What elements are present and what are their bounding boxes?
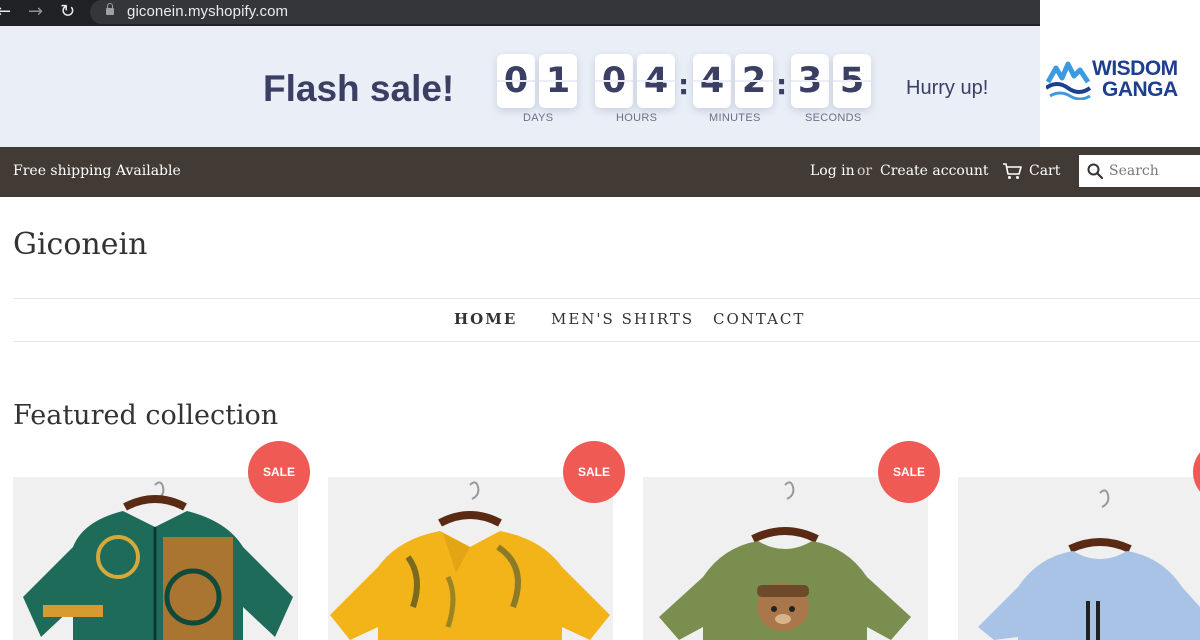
countdown-label-seconds: SECONDS [805,112,862,124]
product-image [978,489,1200,640]
flash-sale-banner: Flash sale! 0 1 0 4 : 4 2 : 3 5 DAYS HOU… [0,26,1040,147]
product-card[interactable] [13,477,298,640]
logo-line-1: WISDOM [1092,57,1178,80]
countdown-digit-hours-2: 4 [637,54,675,108]
cart-icon[interactable] [1002,162,1022,180]
nav-divider-bottom [13,341,1200,342]
back-arrow-icon[interactable]: ← [0,2,11,22]
nav-item-home[interactable]: HOME [454,310,517,328]
product-card[interactable] [328,477,613,640]
search-box[interactable] [1079,155,1200,187]
featured-collection-heading: Featured collection [13,400,279,431]
or-text: or [857,163,873,179]
product-image [330,481,610,640]
countdown-label-minutes: MINUTES [709,112,761,124]
store-title[interactable]: Giconein [13,227,147,262]
sale-badge: SALE [248,441,310,503]
sale-badge: SALE [878,441,940,503]
nav-item-mens-shirts[interactable]: MEN'S SHIRTS [551,310,694,328]
countdown-digit-days-2: 1 [539,54,577,108]
product-image [659,481,911,640]
free-shipping-text: Free shipping Available [13,163,181,179]
countdown-digit-minutes-1: 4 [693,54,731,108]
url-text[interactable]: giconein.myshopify.com [127,3,288,20]
countdown-digit-days-1: 0 [497,54,535,108]
login-link[interactable]: Log in [810,163,855,179]
countdown-digit-seconds-2: 5 [833,54,871,108]
reload-icon[interactable]: ↻ [60,2,75,22]
countdown-separator: : [678,68,690,101]
address-bar[interactable]: giconein.myshopify.com [90,0,1040,24]
countdown-digit-hours-1: 0 [595,54,633,108]
countdown-digit-minutes-2: 2 [735,54,773,108]
browser-toolbar: ← → ↻ giconein.myshopify.com [0,0,1040,26]
product-card[interactable] [643,477,928,640]
logo-text: WISDOM GANGA [1092,58,1178,100]
wave-logo-icon [1046,61,1092,100]
shop-header-bar: Free shipping Available Log in or Create… [0,147,1200,197]
countdown-digit-seconds-1: 3 [791,54,829,108]
countdown-label-hours: HOURS [616,112,658,124]
forward-arrow-icon[interactable]: → [28,2,43,22]
hurry-up-text: Hurry up! [906,77,989,99]
product-card[interactable] [958,477,1200,640]
product-image [23,481,293,640]
cart-link[interactable]: Cart [1029,163,1060,179]
wisdom-ganga-logo: WISDOM GANGA [1040,0,1200,157]
nav-divider-top [13,298,1200,299]
search-input[interactable] [1109,155,1199,187]
create-account-link[interactable]: Create account [880,163,989,179]
countdown-label-days: DAYS [523,112,554,124]
flash-sale-title: Flash sale! [263,68,455,109]
search-icon[interactable] [1087,163,1103,179]
lock-icon [106,3,114,15]
nav-item-contact[interactable]: CONTACT [713,310,805,328]
countdown-separator: : [776,68,788,101]
logo-line-2: GANGA [1102,78,1178,101]
sale-badge: SALE [563,441,625,503]
